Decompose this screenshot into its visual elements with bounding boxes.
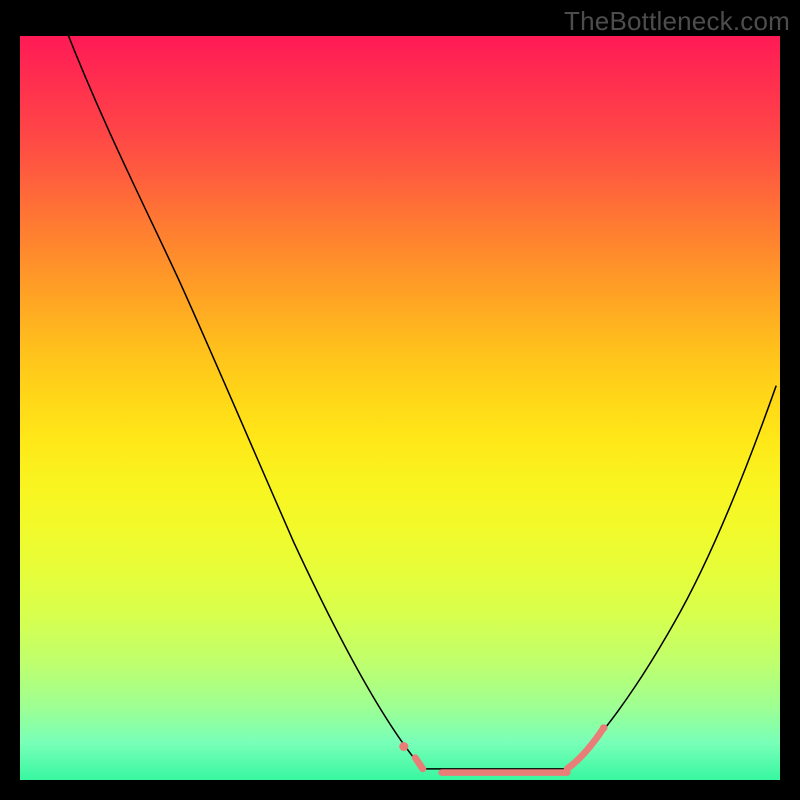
curve-svg (20, 36, 780, 780)
watermark-label: TheBottleneck.com (564, 6, 790, 37)
highlight-stub (415, 758, 423, 769)
bottleneck-curve-left (66, 29, 423, 769)
highlight-right (567, 728, 603, 769)
highlight-dot-end (600, 724, 608, 731)
bottleneck-curve-right (567, 386, 776, 769)
highlight-dot-start (399, 742, 408, 751)
chart-area (20, 36, 780, 780)
